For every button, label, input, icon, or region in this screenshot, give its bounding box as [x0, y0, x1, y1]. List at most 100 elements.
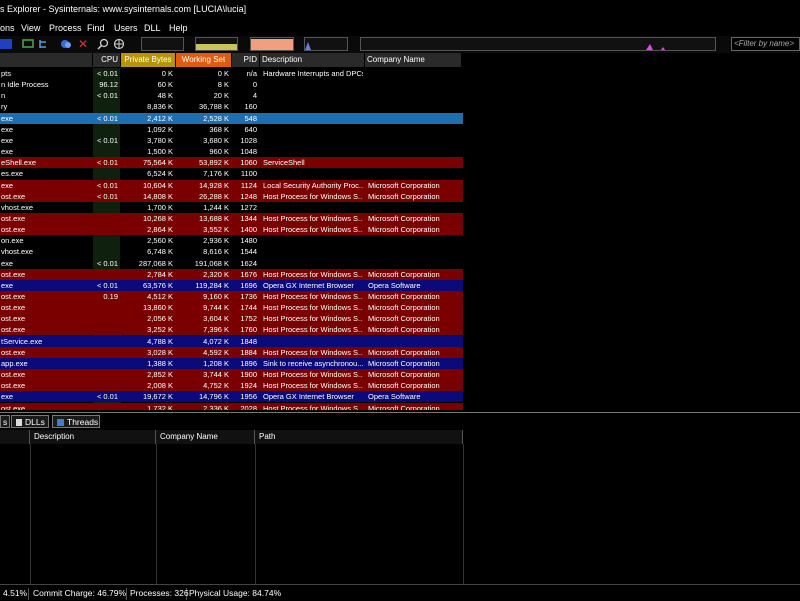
working-set-value: 7,176 K [203, 169, 229, 179]
process-row[interactable]: exe < 0.01 19,672 K 14,796 K 1956 Opera GX In… [0, 391, 463, 403]
process-row[interactable]: ost.exe 3,252 K 7,396 K 1760 Host Process fo… [0, 324, 463, 336]
io-graph[interactable] [304, 37, 348, 51]
window-icon[interactable] [0, 39, 12, 49]
working-set-value: 13,688 K [198, 213, 229, 223]
pid-value: 1744 [240, 303, 257, 313]
status-cpu: 4.51% [0, 588, 29, 600]
header-pid[interactable]: PID [232, 53, 260, 67]
pid-value: 1848 [240, 336, 257, 346]
pid-value: 1124 [240, 180, 257, 190]
process-row[interactable]: exe < 0.01 10,604 K 14,928 K 1124 Local Secur… [0, 179, 463, 191]
process-name: ost.exe [1, 370, 26, 380]
tab-handles[interactable]: s [0, 415, 10, 428]
process-row[interactable]: on.exe 2,560 K 2,936 K 1480 [0, 235, 463, 247]
description-value [262, 202, 363, 213]
process-list[interactable]: pts < 0.01 0 K 0 K n/a Hardware Interrupts an… [0, 68, 800, 410]
header-cpu[interactable]: CPU [93, 53, 121, 67]
process-row[interactable]: tService.exe 4,788 K 4,072 K 1848 [0, 335, 463, 347]
menu-options[interactable]: ons [0, 23, 15, 33]
private-bytes-value: 3,780 K [147, 135, 173, 145]
kill-process-icon[interactable]: ✕ [77, 38, 89, 50]
working-set-value: 368 K [209, 124, 229, 134]
process-row[interactable]: exe < 0.01 287,068 K 191,068 K 1624 [0, 257, 463, 269]
process-row[interactable]: vhost.exe 1,700 K 1,244 K 1272 [0, 201, 463, 213]
description-value: Host Process for Windows S... [263, 347, 363, 357]
working-set-value: 53,892 K [198, 158, 229, 168]
cpu-value [93, 380, 120, 391]
company-value [367, 135, 461, 146]
process-row[interactable]: app.exe 1,388 K 1,208 K 1896 Sink to receive… [0, 357, 463, 369]
process-name: exe [1, 392, 14, 402]
process-row[interactable]: exe 1,092 K 368 K 640 [0, 123, 463, 135]
process-row[interactable]: n < 0.01 48 K 20 K 4 [0, 90, 463, 102]
process-name: eShell.exe [1, 158, 37, 168]
commit-graph[interactable] [195, 37, 238, 51]
process-row[interactable]: ost.exe 3,028 K 4,592 K 1884 Host Process fo… [0, 346, 463, 358]
menu-dll[interactable]: DLL [144, 23, 161, 33]
physical-memory-graph[interactable] [250, 37, 294, 51]
working-set-value: 20 K [213, 91, 229, 101]
find-icon[interactable] [97, 38, 109, 50]
process-row[interactable]: n Idle Process 96.12 60 K 8 K 0 [0, 79, 463, 91]
process-row[interactable]: exe 1,500 K 960 K 1048 [0, 146, 463, 158]
lower-header-path[interactable]: Path [255, 430, 463, 444]
document-icon [16, 419, 22, 426]
company-value: Microsoft Corporation [368, 213, 440, 223]
header-working-set[interactable]: Working Set [176, 53, 232, 67]
process-row[interactable]: ost.exe 10,268 K 13,688 K 1344 Host Process … [0, 212, 463, 224]
private-bytes-value: 63,576 K [142, 280, 173, 290]
menu-users[interactable]: Users [114, 23, 138, 33]
description-value [262, 146, 363, 157]
process-row[interactable]: ost.exe 2,784 K 2,320 K 1676 Host Process fo… [0, 268, 463, 280]
process-row[interactable]: ost.exe 13,860 K 9,744 K 1744 Host Process f… [0, 302, 463, 314]
process-row[interactable]: ost.exe 2,008 K 4,752 K 1924 Host Process fo… [0, 380, 463, 392]
menu-help[interactable]: Help [169, 23, 188, 33]
process-row[interactable]: eShell.exe < 0.01 75,564 K 53,892 K 1060 Serv… [0, 157, 463, 169]
header-private-bytes[interactable]: Private Bytes [121, 53, 176, 67]
process-row[interactable]: ost.exe 2,864 K 3,552 K 1400 Host Process fo… [0, 224, 463, 236]
description-value: Host Process for Windows S... [263, 403, 363, 411]
process-row[interactable]: exe < 0.01 2,412 K 2,528 K 548 [0, 112, 463, 124]
process-row[interactable]: ost.exe 2,056 K 3,604 K 1752 Host Process fo… [0, 313, 463, 325]
system-info-icon[interactable] [22, 38, 34, 50]
process-row[interactable]: es.exe 6,524 K 7,176 K 1100 [0, 168, 463, 180]
company-value: Microsoft Corporation [368, 358, 440, 368]
header-description[interactable]: Description [260, 53, 365, 67]
private-bytes-value: 1,388 K [147, 358, 173, 368]
menu-view[interactable]: View [21, 23, 40, 33]
working-set-value: 4,592 K [203, 347, 229, 357]
process-row[interactable]: vhost.exe 6,748 K 8,616 K 1544 [0, 246, 463, 258]
lower-header-description[interactable]: Description [30, 430, 156, 444]
pid-value: 1480 [240, 236, 257, 246]
dll-view-icon[interactable] [60, 38, 72, 50]
lower-header-company[interactable]: Company Name [156, 430, 255, 444]
process-row[interactable]: exe < 0.01 3,780 K 3,680 K 1028 [0, 134, 463, 146]
menu-find[interactable]: Find [87, 23, 105, 33]
process-row[interactable]: ost.exe 0.19 4,512 K 9,160 K 1736 Host Proces… [0, 291, 463, 302]
header-company[interactable]: Company Name [365, 53, 462, 67]
tab-dlls[interactable]: DLLs [11, 415, 49, 428]
process-row[interactable]: ost.exe 1,732 K 2,336 K 2028 Host Process fo… [0, 402, 463, 411]
lower-header-name[interactable] [0, 430, 30, 444]
process-row[interactable]: exe < 0.01 63,576 K 119,284 K 1696 Opera GX I… [0, 279, 463, 291]
private-bytes-value: 2,852 K [147, 370, 173, 380]
lower-pane-list[interactable] [0, 444, 800, 584]
tree-view-icon[interactable] [38, 38, 50, 50]
process-row[interactable]: ost.exe 2,852 K 3,744 K 1900 Host Process fo… [0, 369, 463, 381]
company-value [367, 235, 461, 246]
tab-threads[interactable]: Threads [52, 415, 100, 428]
process-name: ost.exe [1, 325, 26, 335]
target-icon[interactable] [113, 38, 125, 50]
filter-input[interactable]: <Filter by name> [731, 37, 800, 51]
description-value [262, 101, 363, 112]
header-process[interactable] [0, 53, 93, 67]
cpu-value: < 0.01 [96, 180, 118, 190]
cpu-graph[interactable] [141, 37, 184, 51]
process-row[interactable]: pts < 0.01 0 K 0 K n/a Hardware Interrupts an… [0, 68, 463, 79]
process-row[interactable]: ry 8,836 K 36,788 K 160 [0, 101, 463, 113]
menu-process[interactable]: Process [49, 23, 82, 33]
gpu-graph[interactable] [360, 37, 716, 51]
process-row[interactable]: ost.exe < 0.01 14,808 K 26,288 K 1248 Host Pr… [0, 190, 463, 202]
column-divider [30, 444, 31, 584]
process-name: exe [1, 280, 14, 290]
